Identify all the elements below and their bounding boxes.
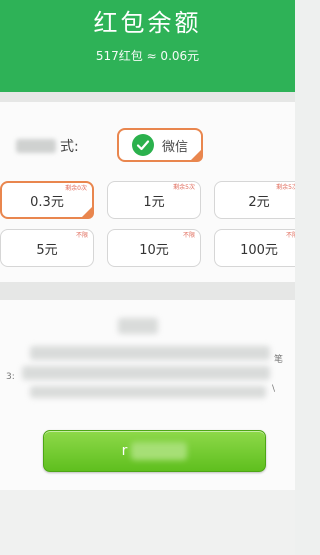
amount-label: 5元 [36,242,58,258]
amount-label: 100元 [240,242,278,258]
payment-method-label: 式: [16,137,79,155]
page-title: 红包余额 [93,9,202,37]
amount-label: 0.3元 [30,194,64,210]
amount-tag: 剩余5次 [173,184,195,191]
wechat-label: 微信 [161,139,188,155]
amount-tag: 不限 [75,232,88,239]
wechat-pay-option[interactable]: 微信 [117,128,203,162]
redacted-text [30,346,270,360]
button-label-fragment: r [121,443,128,459]
amount-tag: 剩余0次 [65,185,87,192]
note-tail-char: \ [272,384,276,394]
selected-corner-icon [189,148,203,162]
amount-label: 1元 [143,194,165,210]
redacted-text [22,366,270,380]
redacted-text [118,318,158,334]
amount-option-100[interactable]: 不限 100元 [214,229,295,267]
redacted-text [16,139,56,153]
amount-label: 2元 [248,194,270,210]
note-tail-char: 笔 [274,355,284,365]
balance-summary: 517红包 ≈ 0.06元 [95,49,200,63]
amount-tag: 不限 [285,232,295,239]
red-packet-balance-screen: 红包余额 517红包 ≈ 0.06元 式: 微信 剩余0次 0.3元 剩余5次 … [0,0,295,555]
divider [0,282,295,300]
selected-corner-icon [80,205,94,219]
amount-label: 10元 [139,242,169,258]
wechat-check-icon [131,134,154,156]
amount-tag: 不限 [182,232,195,239]
amount-option-5[interactable]: 不限 5元 [0,229,94,267]
amount-option-1[interactable]: 剩余5次 1元 [107,181,201,219]
redacted-text [30,386,266,398]
divider [0,92,295,102]
amount-option-0-3[interactable]: 剩余0次 0.3元 [0,181,94,219]
amount-option-2[interactable]: 剩余5次 2元 [214,181,295,219]
amount-option-10[interactable]: 不限 10元 [107,229,201,267]
balance-header: 红包余额 517红包 ≈ 0.06元 [0,0,295,92]
note-number: 3: [6,372,15,382]
redacted-text [131,442,188,460]
withdraw-button[interactable]: r [43,430,266,472]
amount-tag: 剩余5次 [276,184,295,191]
